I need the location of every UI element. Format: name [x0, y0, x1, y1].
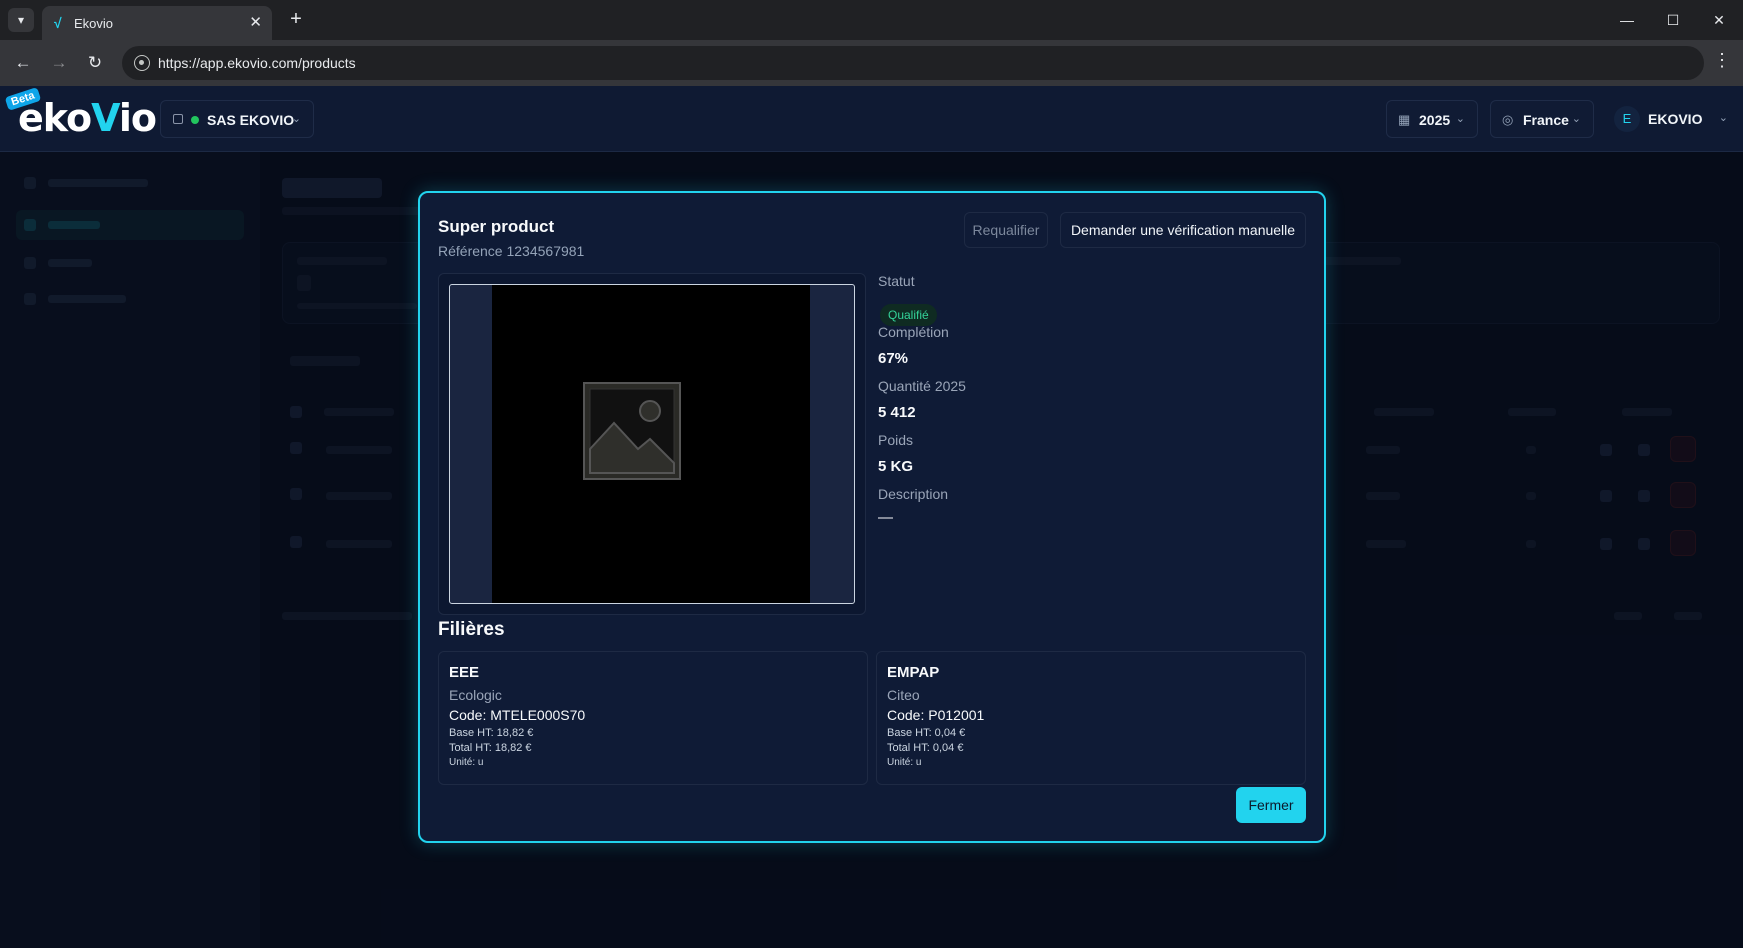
filiere-card: EMPAP Citeo Code: P012001 Base HT: 0,04 … — [876, 651, 1306, 785]
browser-menu-icon[interactable]: ⋮ — [1713, 50, 1731, 71]
window-close-icon[interactable]: ✕ — [1704, 8, 1734, 32]
browser-tab[interactable]: √ Ekovio ✕ — [42, 6, 272, 40]
browser-toolbar: ← → ↻ https://app.ekovio.com/products ⋮ — [0, 40, 1743, 86]
tab-title: Ekovio — [74, 16, 114, 31]
filiere-unit: Unité: u — [887, 757, 922, 768]
country-select[interactable]: ◎ France ⌄ — [1490, 100, 1594, 138]
site-info-icon[interactable] — [134, 55, 150, 71]
user-name: EKOVIO — [1648, 111, 1703, 127]
year-label: 2025 — [1419, 112, 1451, 128]
organization-label: SAS EKOVIO — [207, 112, 295, 128]
organization-select[interactable]: SAS EKOVIO ⌄ — [160, 100, 314, 138]
product-reference: Référence 1234567981 — [438, 243, 585, 259]
ekovio-logo[interactable]: ekoVio — [18, 96, 157, 140]
year-select[interactable]: ▦ 2025 ⌄ — [1386, 100, 1478, 138]
description-value: — — [878, 509, 893, 526]
chevron-down-icon: ⌄ — [291, 113, 301, 125]
product-image-panel — [438, 273, 866, 615]
browser-tabbar: ▾ √ Ekovio ✕ + — ☐ ✕ — [0, 0, 1743, 40]
building-icon — [173, 114, 183, 124]
requalify-button[interactable]: Requalifier — [964, 212, 1048, 248]
close-button[interactable]: Fermer — [1236, 787, 1306, 823]
filiere-base-ht: Base HT: 18,82 € — [449, 727, 534, 739]
tab-search-button[interactable]: ▾ — [8, 8, 34, 32]
image-placeholder-icon — [583, 382, 681, 480]
reload-icon[interactable]: ↻ — [82, 50, 108, 76]
status-label: Statut — [878, 273, 915, 289]
back-icon[interactable]: ← — [10, 50, 36, 76]
avatar: E — [1614, 106, 1640, 132]
status-dot-icon — [191, 116, 199, 124]
product-title: Super product — [438, 217, 555, 236]
filiere-total-ht: Total HT: 18,82 € — [449, 742, 532, 754]
weight-value: 5 KG — [878, 458, 914, 475]
calendar-icon: ▦ — [1398, 112, 1411, 127]
filiere-name: EEE — [449, 664, 480, 681]
filiere-unit: Unité: u — [449, 757, 484, 768]
chevron-down-icon: ⌄ — [1455, 113, 1465, 125]
completion-value: 67% — [878, 350, 909, 367]
forward-icon[interactable]: → — [46, 50, 72, 76]
chevron-down-icon: ⌄ — [1571, 113, 1581, 125]
quantity-label: Quantité 2025 — [878, 378, 966, 394]
quantity-value: 5 412 — [878, 404, 916, 421]
filiere-organization: Ecologic — [449, 687, 502, 703]
address-bar[interactable]: https://app.ekovio.com/products — [122, 46, 1704, 80]
product-detail-dialog: Super product Référence 1234567981 Requa… — [418, 191, 1326, 843]
chevron-down-icon: ⌄ — [1718, 112, 1728, 124]
description-label: Description — [878, 486, 949, 502]
filiere-total-ht: Total HT: 0,04 € — [887, 742, 964, 754]
user-menu[interactable]: E EKOVIO ⌄ — [1614, 100, 1728, 138]
address-url: https://app.ekovio.com/products — [158, 55, 356, 71]
new-tab-button[interactable]: + — [284, 8, 308, 32]
filiere-organization: Citeo — [887, 687, 920, 703]
filiere-card: EEE Ecologic Code: MTELE000S70 Base HT: … — [438, 651, 868, 785]
filieres-heading: Filières — [438, 619, 505, 640]
completion-label: Complétion — [878, 324, 949, 340]
globe-icon: ◎ — [1502, 112, 1514, 127]
status-badge: Qualifié — [880, 304, 937, 326]
weight-label: Poids — [878, 432, 914, 448]
filiere-code: Code: P012001 — [887, 707, 985, 723]
filiere-code: Code: MTELE000S70 — [449, 707, 586, 723]
filiere-base-ht: Base HT: 0,04 € — [887, 727, 966, 739]
ekovio-favicon-icon: √ — [54, 15, 62, 31]
app-header: ekoVio Beta SAS EKOVIO ⌄ ▦ 2025 ⌄ ◎ Fran… — [0, 86, 1743, 152]
tab-close-icon[interactable]: ✕ — [249, 13, 262, 31]
maximize-icon[interactable]: ☐ — [1658, 8, 1688, 32]
minimize-icon[interactable]: — — [1612, 8, 1642, 32]
filiere-name: EMPAP — [887, 664, 940, 681]
product-image — [449, 284, 855, 604]
country-label: France — [1523, 112, 1569, 128]
manual-verification-button[interactable]: Demander une vérification manuelle — [1060, 212, 1306, 248]
